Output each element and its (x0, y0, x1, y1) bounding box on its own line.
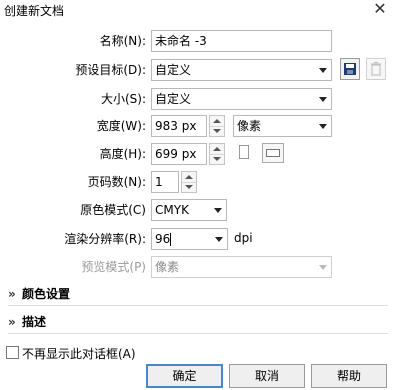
resolution-label: 渲染分辨率(R): (64, 232, 146, 246)
save-preset-button[interactable] (340, 58, 360, 80)
size-value: 自定义 (155, 92, 192, 106)
spin-up-icon[interactable] (213, 119, 221, 123)
trash-icon (371, 61, 381, 76)
delete-preset-button[interactable] (366, 58, 386, 80)
name-label: 名称(N): (99, 34, 146, 48)
section-color-settings[interactable]: » 颜色设置 (8, 285, 70, 302)
close-icon[interactable]: ✕ (372, 0, 388, 18)
unit-value: 像素 (237, 119, 262, 133)
resolution-value: 96 (155, 232, 171, 246)
section-description[interactable]: » 描述 (8, 313, 46, 330)
divider (8, 305, 388, 306)
pages-label: 页码数(N): (87, 175, 146, 189)
preview-mode-label: 预览模式(P) (81, 260, 146, 274)
portrait-icon[interactable] (239, 145, 249, 159)
color-mode-value: CMYK (155, 203, 189, 217)
preset-value: 自定义 (155, 63, 192, 77)
cancel-button[interactable]: 取消 (229, 364, 305, 388)
chevron-down-icon (319, 68, 327, 73)
pages-input[interactable]: 1 (151, 171, 179, 193)
spin-down-icon[interactable] (213, 129, 221, 133)
dont-show-checkbox[interactable] (6, 346, 19, 359)
chevron-down-icon (214, 208, 222, 213)
divider (8, 333, 388, 334)
spin-up-icon[interactable] (213, 147, 221, 151)
double-chevron-down-icon: » (8, 287, 16, 301)
floppy-icon (344, 63, 356, 75)
preview-mode-value: 像素 (155, 260, 180, 274)
width-stepper[interactable] (209, 115, 225, 137)
text-cursor (170, 233, 172, 246)
preset-label: 预设目标(D): (75, 63, 146, 77)
size-select[interactable]: 自定义 (151, 88, 332, 110)
landscape-icon (266, 149, 280, 157)
name-input[interactable]: 未命名 -3 (151, 30, 332, 52)
title-bar: 创建新文档 ✕ (0, 0, 394, 22)
help-button[interactable]: 帮助 (311, 364, 387, 388)
double-chevron-down-icon: » (8, 315, 16, 329)
size-label: 大小(S): (100, 92, 146, 106)
spin-down-icon[interactable] (185, 185, 193, 189)
chevron-down-icon (215, 237, 223, 242)
height-label: 高度(H): (99, 147, 146, 161)
spin-up-icon[interactable] (185, 175, 193, 179)
color-mode-label: 原色模式(C) (80, 203, 146, 217)
color-mode-select[interactable]: CMYK (151, 199, 227, 221)
height-input[interactable]: 699 px (151, 143, 207, 165)
chevron-down-icon (319, 97, 327, 102)
pages-stepper[interactable] (181, 171, 197, 193)
chevron-down-icon (319, 265, 327, 270)
section-description-label: 描述 (22, 315, 47, 329)
resolution-unit: dpi (234, 231, 253, 245)
resolution-select[interactable]: 96 (151, 228, 228, 250)
preset-select[interactable]: 自定义 (151, 59, 332, 81)
spin-down-icon[interactable] (213, 157, 221, 161)
height-stepper[interactable] (209, 143, 225, 165)
width-label: 宽度(W): (96, 119, 146, 133)
dialog-title: 创建新文档 (4, 4, 65, 18)
chevron-down-icon (319, 124, 327, 129)
landscape-button[interactable] (262, 143, 284, 163)
dont-show-label: 不再显示此对话框(A) (22, 347, 136, 361)
preview-mode-select[interactable]: 像素 (151, 256, 332, 278)
section-color-settings-label: 颜色设置 (22, 287, 71, 301)
width-input[interactable]: 983 px (151, 115, 207, 137)
unit-select[interactable]: 像素 (233, 115, 332, 137)
ok-button[interactable]: 确定 (146, 364, 223, 388)
